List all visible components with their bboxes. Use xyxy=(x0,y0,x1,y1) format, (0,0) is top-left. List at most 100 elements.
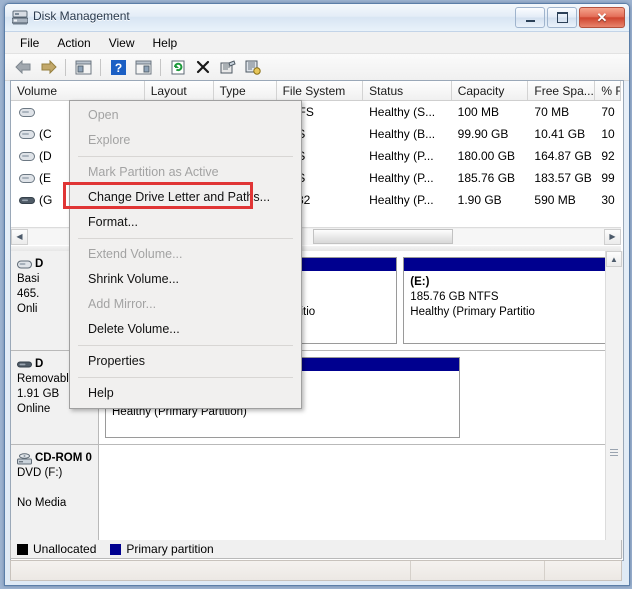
back-icon xyxy=(14,60,30,74)
menu-view[interactable]: View xyxy=(100,34,144,52)
menu-separator xyxy=(78,238,293,239)
show-hide-action-pane-button[interactable] xyxy=(131,56,155,78)
menu-separator xyxy=(78,377,293,378)
column-header-percent-free[interactable]: % F xyxy=(595,81,621,100)
cell-percent-free: 92 xyxy=(601,149,615,163)
menu-file[interactable]: File xyxy=(11,34,48,52)
menu-item-shrink-volume[interactable]: Shrink Volume... xyxy=(70,267,301,292)
show-hide-console-tree-button[interactable] xyxy=(71,56,95,78)
unallocated-swatch-icon xyxy=(17,543,28,555)
help-topics-button[interactable] xyxy=(241,56,265,78)
help-button[interactable]: ? xyxy=(106,56,130,78)
cell-capacity: 185.76 GB xyxy=(457,171,516,185)
cell-volume: (D xyxy=(39,149,52,163)
column-header-file-system[interactable]: File System xyxy=(277,81,364,100)
cell-capacity: 99.90 GB xyxy=(457,127,509,141)
close-icon: ✕ xyxy=(596,10,608,25)
scroll-left-icon[interactable]: ◀ xyxy=(11,228,28,245)
status-pane-3 xyxy=(545,561,621,580)
disk-management-icon xyxy=(12,10,28,25)
legend-item-unallocated: Unallocated xyxy=(17,542,96,556)
cell-status: Healthy (P... xyxy=(369,193,434,207)
delete-button[interactable] xyxy=(191,56,215,78)
cdrom-status-label: No Media xyxy=(17,497,67,509)
minimize-button[interactable] xyxy=(515,7,545,28)
cell-free-space: 183.57 GB xyxy=(534,171,592,185)
svg-text:?: ? xyxy=(114,61,121,75)
disk-title-cdrom-0: CD-ROM 0 xyxy=(17,451,93,466)
legend: Unallocated Primary partition xyxy=(10,540,622,559)
column-header-status[interactable]: Status xyxy=(363,81,452,100)
forward-icon xyxy=(41,60,57,74)
properties-icon xyxy=(220,59,236,73)
partition-e[interactable]: (E:) 185.76 GB NTFS Healthy (Primary Par… xyxy=(403,257,618,344)
properties-button[interactable] xyxy=(216,56,240,78)
menu-action[interactable]: Action xyxy=(48,34,99,52)
column-header-volume[interactable]: Volume xyxy=(11,81,145,100)
forward-button[interactable] xyxy=(36,56,60,78)
partition-color-bar xyxy=(404,258,617,271)
toolbar: ? xyxy=(5,54,629,81)
legend-label-primary-partition: Primary partition xyxy=(126,542,214,556)
window-frame: Disk Management ✕ File Action View Help xyxy=(4,3,630,586)
toolbar-separator-3 xyxy=(160,58,161,76)
cell-free-space: 70 MB xyxy=(534,105,570,119)
column-header-type[interactable]: Type xyxy=(214,81,277,100)
cell-free-space: 590 MB xyxy=(534,193,576,207)
menu-item-properties[interactable]: Properties xyxy=(70,349,301,374)
window-title: Disk Management xyxy=(33,9,130,23)
delete-icon xyxy=(196,60,210,74)
status-pane-1 xyxy=(11,561,411,580)
scroll-up-icon[interactable]: ▲ xyxy=(606,251,622,267)
menu-help[interactable]: Help xyxy=(144,34,187,52)
menu-item-mark-partition-as-active: Mark Partition as Active xyxy=(88,165,219,179)
hard-drive-icon xyxy=(19,151,35,161)
help-topics-icon xyxy=(245,60,261,75)
menu-item-delete-volume[interactable]: Delete Volume... xyxy=(70,317,301,342)
cell-status: Healthy (P... xyxy=(369,171,434,185)
cell-volume: (E xyxy=(39,171,51,185)
cell-free-space: 10.41 GB xyxy=(534,127,586,141)
cell-capacity: 1.90 GB xyxy=(457,193,502,207)
rescan-disks-button[interactable] xyxy=(166,56,190,78)
menu-item-explore: Explore xyxy=(88,133,131,147)
cell-volume: (G xyxy=(39,193,53,207)
toolbar-separator-1 xyxy=(65,58,66,76)
cdrom-drive-letter: DVD (F:) xyxy=(17,467,63,479)
disk-name-label: D xyxy=(35,258,44,270)
disk-info-cdrom-0: CD-ROM 0 DVD (F:) No Media xyxy=(11,445,99,555)
menu-bar: File Action View Help xyxy=(5,32,629,54)
close-button[interactable]: ✕ xyxy=(579,7,625,28)
disk-pane-vertical-scrollbar[interactable]: ▲ ▼ xyxy=(605,251,623,558)
column-header-free-space[interactable]: Free Spa... xyxy=(528,81,596,100)
disk-name-label: CD-ROM 0 xyxy=(35,452,92,464)
cell-status: Healthy (P... xyxy=(369,149,434,163)
maximize-button[interactable] xyxy=(547,7,577,28)
hard-drive-icon xyxy=(19,173,35,183)
hard-disk-icon xyxy=(17,260,32,269)
menu-item-change-drive-letter-and-paths[interactable]: Change Drive Letter and Paths... xyxy=(70,185,301,210)
partition-size: 185.76 GB NTFS xyxy=(410,291,499,303)
volume-list-header: Volume Layout Type File System Status Ca… xyxy=(11,81,621,101)
hard-drive-icon xyxy=(19,107,35,117)
context-menu[interactable]: Open Explore Mark Partition as Active Ch… xyxy=(69,100,302,409)
column-header-capacity[interactable]: Capacity xyxy=(452,81,529,100)
disk-row-cdrom-0[interactable]: CD-ROM 0 DVD (F:) No Media xyxy=(11,445,621,555)
column-header-layout[interactable]: Layout xyxy=(145,81,214,100)
help-icon: ? xyxy=(110,59,126,75)
menu-item-help[interactable]: Help xyxy=(70,381,301,406)
scroll-thumb[interactable] xyxy=(313,228,453,244)
back-button[interactable] xyxy=(11,56,35,78)
partition-status: Healthy (Primary Partitio xyxy=(410,306,535,318)
disk-body-cdrom-0 xyxy=(99,445,621,555)
menu-item-format[interactable]: Format... xyxy=(70,210,301,235)
removable-disk-icon xyxy=(17,361,32,368)
menu-item-open: Open xyxy=(88,108,119,122)
cell-free-space: 164.87 GB xyxy=(534,149,592,163)
cell-percent-free: 30 xyxy=(601,193,615,207)
disk-management-window: Disk Management ✕ File Action View Help xyxy=(0,0,632,589)
cdrom-icon xyxy=(17,452,32,464)
toolbar-separator-2 xyxy=(100,58,101,76)
scroll-right-icon[interactable]: ▶ xyxy=(604,228,621,245)
scroll-grip[interactable] xyxy=(610,449,618,456)
